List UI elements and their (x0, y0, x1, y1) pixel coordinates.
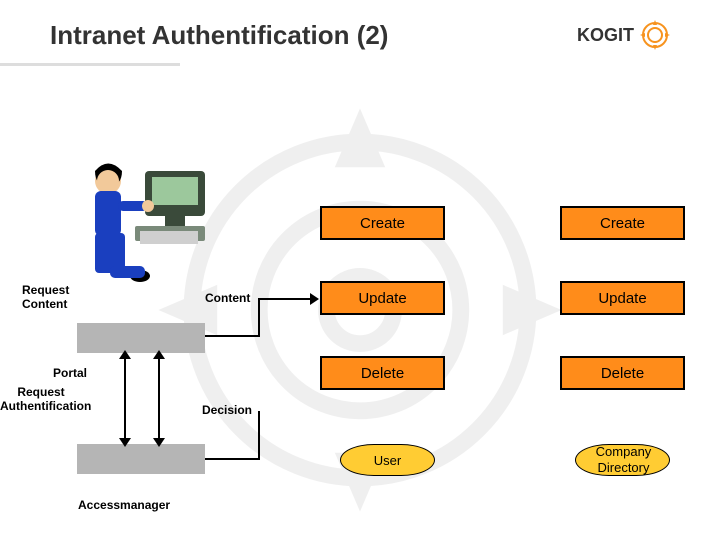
arrow-head-down-icon (153, 438, 165, 447)
arrow-line (258, 411, 260, 460)
gray-box-top (77, 323, 205, 353)
user-at-computer-icon (80, 161, 220, 296)
diagram: Create Update Delete Create Update Delet… (0, 66, 720, 526)
arrow-line (158, 354, 160, 444)
request-content-label: RequestContent (22, 284, 69, 312)
arrow-head-down-icon (119, 438, 131, 447)
company-directory-label: CompanyDirectory (576, 444, 671, 475)
logo: KOGIT (577, 20, 670, 50)
user-cylinder: User (340, 444, 435, 476)
arrow-line (260, 298, 312, 300)
decision-label: Decision (202, 403, 252, 417)
action-delete-col1: Delete (320, 356, 445, 390)
action-delete-col2: Delete (560, 356, 685, 390)
arrow-head-up-icon (119, 350, 131, 359)
action-create-col2: Create (560, 206, 685, 240)
action-create-col1: Create (320, 206, 445, 240)
gray-box-bottom (77, 444, 205, 474)
request-auth-label: RequestAuthentification (0, 386, 82, 414)
arrow-line (124, 354, 126, 444)
arrow-head-right-icon (310, 293, 319, 305)
portal-label: Portal (53, 366, 87, 380)
arrow-head-up-icon (153, 350, 165, 359)
page-title: Intranet Authentification (2) (50, 20, 388, 51)
action-update-col1: Update (320, 281, 445, 315)
arrow-line (205, 458, 260, 460)
logo-text: KOGIT (577, 25, 634, 46)
action-update-col2: Update (560, 281, 685, 315)
arrow-line (205, 335, 260, 337)
content-label: Content (205, 291, 250, 305)
accessmanager-label: Accessmanager (78, 498, 170, 512)
arrow-line (258, 298, 260, 337)
logo-icon (640, 20, 670, 50)
